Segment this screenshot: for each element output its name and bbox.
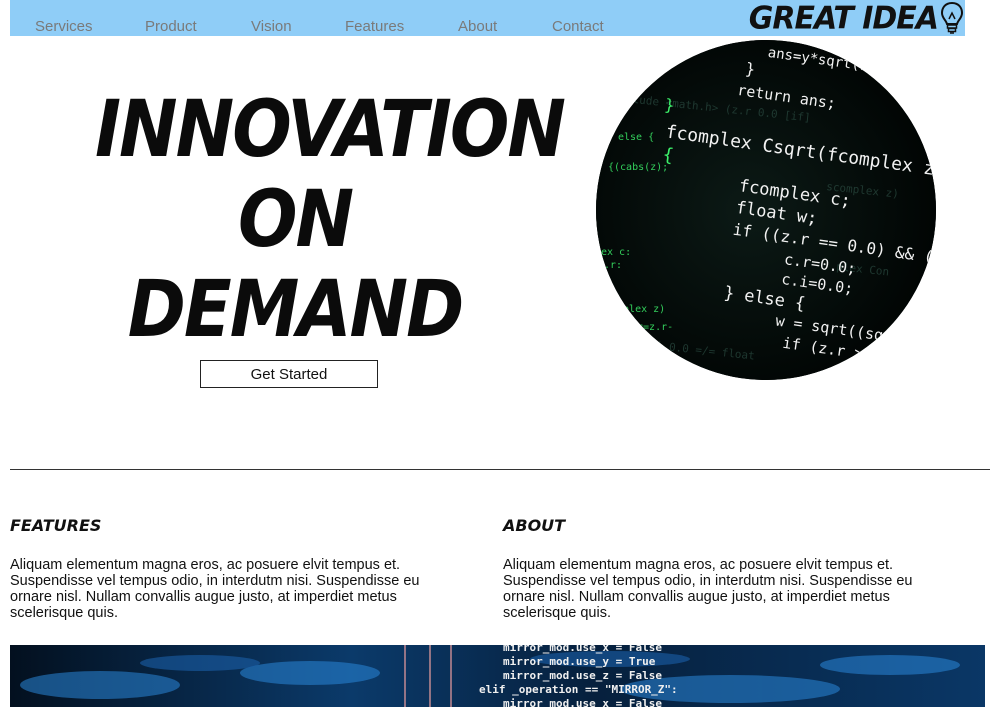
logo-text: GREAT IDEA xyxy=(748,0,939,37)
nav-item-product[interactable]: Product xyxy=(145,18,197,35)
features-section: FEATURES Aliquam elementum magna eros, a… xyxy=(10,516,450,621)
about-body: Aliquam elementum magna eros, ac posuere… xyxy=(503,557,913,621)
hero-headline: INNOVATION ON DEMAND xyxy=(95,83,566,355)
banner-code-line: mirror_mod.use_z = False xyxy=(503,669,662,682)
banner-code-line: elif _operation == "MIRROR_Z": xyxy=(479,683,678,696)
svg-text:{(cabs(z);: {(cabs(z); xyxy=(608,162,668,173)
svg-text:else {: else { xyxy=(618,132,654,143)
code-banner-image: mirror_mod.use_x = False mirror_mod.use_… xyxy=(10,645,985,707)
svg-text:.r:: .r: xyxy=(604,260,622,271)
hero-line-3: DEMAND xyxy=(127,263,464,355)
banner-code-line: mirror_mod.use_x = False xyxy=(503,697,662,707)
banner-code-line: mirror_mod.use_x = False xyxy=(503,645,662,654)
about-heading: ABOUT xyxy=(503,516,566,535)
lightbulb-icon xyxy=(940,1,964,34)
nav-item-contact[interactable]: Contact xyxy=(552,18,604,35)
brand-logo[interactable]: GREAT IDEA xyxy=(749,0,965,36)
banner-code-line: mirror_mod.use_y = True xyxy=(503,655,656,668)
hero-line-1: INNOVATION xyxy=(95,83,566,175)
svg-text:omplex z): omplex z) xyxy=(611,304,665,315)
hero-line-2: ON xyxy=(237,173,354,265)
about-section: ABOUT Aliquam elementum magna eros, ac p… xyxy=(503,516,943,621)
hero-code-image: #include <math.h> (z.r 0.0 [if] scomplex… xyxy=(596,40,936,380)
features-heading: FEATURES xyxy=(10,516,102,535)
section-divider xyxy=(10,469,990,470)
get-started-button[interactable]: Get Started xyxy=(200,360,378,388)
code-banner-graphic: mirror_mod.use_x = False mirror_mod.use_… xyxy=(10,645,985,707)
nav-item-vision[interactable]: Vision xyxy=(251,18,292,35)
features-body: Aliquam elementum magna eros, ac posuere… xyxy=(10,557,420,621)
top-nav-bar: Services Product Vision Features About C… xyxy=(10,0,965,36)
svg-text:.r=z.r-: .r=z.r- xyxy=(631,322,673,333)
nav-item-about[interactable]: About xyxy=(458,18,497,35)
page: Services Product Vision Features About C… xyxy=(0,0,991,707)
svg-text:ex c:: ex c: xyxy=(601,247,631,258)
nav-item-features[interactable]: Features xyxy=(345,18,404,35)
code-screen-graphic: #include <math.h> (z.r 0.0 [if] scomplex… xyxy=(596,40,936,380)
code-line: c.r xyxy=(828,363,855,380)
nav-item-services[interactable]: Services xyxy=(35,18,93,35)
